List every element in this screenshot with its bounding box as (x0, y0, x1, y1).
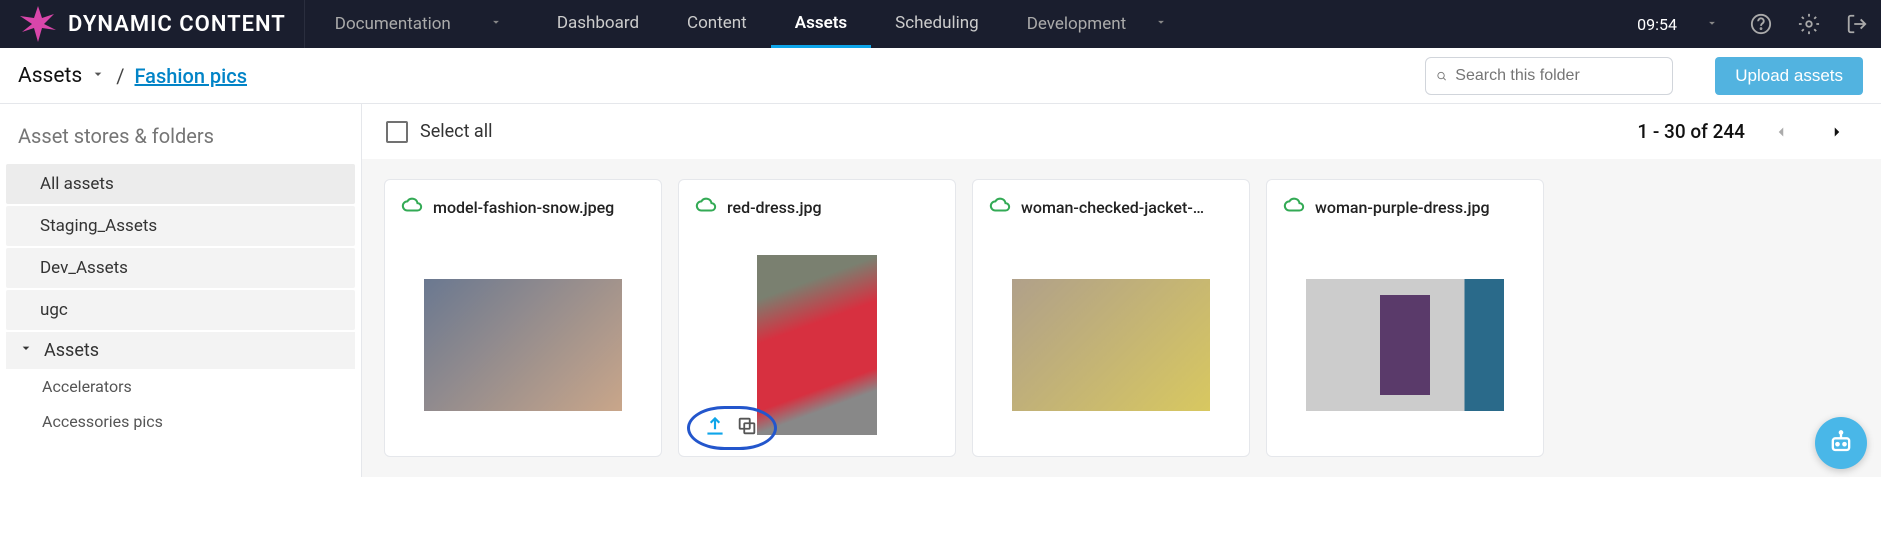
chevron-down-icon (1154, 14, 1168, 34)
asset-thumbnail (1012, 279, 1210, 411)
nav-assets[interactable]: Assets (771, 0, 871, 48)
asset-name: woman-purple-dress.jpg (1315, 198, 1490, 217)
nav-documentation-label: Documentation (335, 14, 451, 34)
cloud-check-icon (989, 194, 1011, 220)
sidebar-sub-accessories[interactable]: Accessories pics (0, 404, 361, 439)
asset-actions-highlight (687, 406, 777, 450)
nav-scheduling[interactable]: Scheduling (871, 0, 1003, 48)
sidebar-title: Asset stores & folders (0, 112, 361, 164)
asset-card[interactable]: red-dress.jpg (678, 179, 956, 457)
sidebar-store-staging[interactable]: Staging_Assets (6, 206, 355, 246)
nav-documentation[interactable]: Documentation (305, 0, 533, 48)
logout-button[interactable] (1833, 0, 1881, 48)
breadcrumb-root[interactable]: Assets (18, 64, 106, 88)
logo-area[interactable]: DYNAMIC CONTENT (0, 0, 305, 48)
sidebar: Asset stores & folders All assets Stagin… (0, 104, 362, 477)
top-bar: DYNAMIC CONTENT Documentation Dashboard … (0, 0, 1881, 48)
chevron-down-icon (18, 340, 34, 361)
content-toolbar: Select all 1 - 30 of 244 (362, 104, 1881, 159)
time-select[interactable]: 09:54 (1619, 15, 1737, 34)
asset-name: red-dress.jpg (727, 198, 822, 217)
chevron-down-icon (489, 14, 503, 34)
search-icon (1436, 65, 1447, 87)
asset-thumbnail (757, 255, 877, 435)
chevron-down-icon (90, 64, 106, 88)
time-value: 09:54 (1637, 15, 1677, 34)
select-all-label: Select all (420, 121, 492, 142)
chat-fab[interactable] (1815, 417, 1867, 469)
nav-development[interactable]: Development (1003, 0, 1192, 48)
asset-card[interactable]: woman-purple-dress.jpg (1266, 179, 1544, 457)
nav-content[interactable]: Content (663, 0, 771, 48)
select-all-checkbox[interactable] (386, 121, 408, 143)
sidebar-store-all-assets[interactable]: All assets (6, 164, 355, 204)
sidebar-sub-accelerators[interactable]: Accelerators (0, 369, 361, 404)
settings-button[interactable] (1785, 0, 1833, 48)
asset-card[interactable]: woman-checked-jacket-… (972, 179, 1250, 457)
search-input[interactable] (1455, 67, 1662, 85)
main-nav: Dashboard Content Assets Scheduling (533, 0, 1003, 48)
breadcrumb-separator: / (116, 64, 124, 88)
search-box[interactable] (1425, 57, 1673, 95)
asset-thumbnail (1306, 279, 1504, 411)
breadcrumb-current[interactable]: Fashion pics (135, 64, 248, 88)
asset-grid: model-fashion-snow.jpeg red-dress.jpg (362, 159, 1881, 477)
logo-icon (14, 0, 62, 48)
asset-name: model-fashion-snow.jpeg (433, 198, 614, 217)
cloud-check-icon (695, 194, 717, 220)
content-pane: Select all 1 - 30 of 244 model-fashion-s… (362, 104, 1881, 477)
upload-assets-button[interactable]: Upload assets (1715, 57, 1863, 95)
cloud-check-icon (401, 194, 423, 220)
nav-dashboard[interactable]: Dashboard (533, 0, 663, 48)
chevron-down-icon (1705, 15, 1719, 34)
asset-thumbnail (424, 279, 622, 411)
nav-development-label: Development (1027, 14, 1126, 34)
sidebar-store-dev[interactable]: Dev_Assets (6, 248, 355, 288)
upload-icon[interactable] (702, 413, 728, 443)
sidebar-tree-assets[interactable]: Assets (6, 332, 355, 369)
chatbot-icon (1827, 429, 1855, 457)
page-next-button[interactable] (1817, 112, 1857, 152)
main: Asset stores & folders All assets Stagin… (0, 104, 1881, 477)
asset-card[interactable]: model-fashion-snow.jpeg (384, 179, 662, 457)
help-button[interactable] (1737, 0, 1785, 48)
sub-bar: Assets / Fashion pics Upload assets (0, 48, 1881, 104)
pagination-range: 1 - 30 of 244 (1637, 120, 1745, 143)
copy-icon[interactable] (736, 415, 758, 441)
sidebar-store-ugc[interactable]: ugc (6, 290, 355, 330)
cloud-check-icon (1283, 194, 1305, 220)
logo-text: DYNAMIC CONTENT (68, 12, 286, 37)
asset-name: woman-checked-jacket-… (1021, 198, 1204, 217)
page-prev-button[interactable] (1761, 112, 1801, 152)
